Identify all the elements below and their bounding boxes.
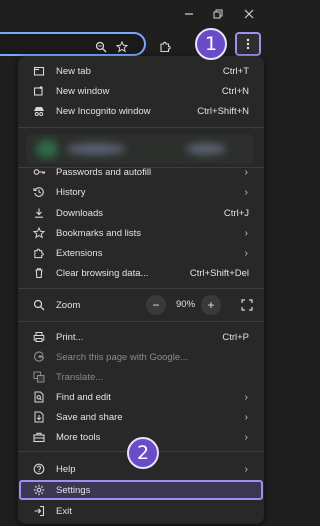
menu-item-passwords-autofill[interactable]: Passwords and autofill ›	[18, 162, 264, 182]
menu-item-downloads[interactable]: Downloads Ctrl+J	[18, 203, 264, 223]
menu-item-label: Find and edit	[56, 391, 111, 403]
profile-row-blurred[interactable]	[26, 134, 254, 164]
menu-item-label: Bookmarks and lists	[56, 227, 142, 239]
menu-item-label: Translate...	[56, 371, 104, 383]
menu-item-settings[interactable]: Settings	[18, 480, 264, 500]
zoom-in-button[interactable]: +	[201, 295, 221, 315]
menu-item-new-incognito-window[interactable]: New Incognito window Ctrl+Shift+N	[18, 101, 264, 121]
menu-item-new-tab[interactable]: New tab Ctrl+T	[18, 61, 264, 81]
menu-item-bookmarks-lists[interactable]: Bookmarks and lists ›	[18, 223, 264, 243]
menu-item-label: Downloads	[56, 207, 103, 219]
find-icon	[32, 390, 46, 404]
minimize-icon[interactable]	[181, 6, 197, 22]
menu-item-print[interactable]: Print... Ctrl+P	[18, 327, 264, 347]
step-badge-2: 2	[127, 437, 159, 469]
chevron-right-icon: ›	[244, 411, 248, 423]
chevron-right-icon: ›	[244, 186, 248, 198]
chevron-right-icon: ›	[244, 431, 248, 443]
menu-item-save-share[interactable]: Save and share ›	[18, 407, 264, 427]
incognito-icon	[32, 104, 46, 118]
kebab-icon	[246, 38, 250, 50]
menu-item-label: Search this page with Google...	[56, 351, 189, 363]
menu-item-label: New tab	[56, 65, 91, 77]
menu-divider	[18, 321, 264, 322]
menu-item-label: New Incognito window	[56, 105, 151, 117]
google-icon	[32, 350, 46, 364]
menu-item-shortcut: Ctrl+N	[221, 85, 249, 97]
fullscreen-button[interactable]	[237, 295, 257, 315]
menu-item-label: Extensions	[56, 247, 103, 259]
menu-divider	[18, 127, 264, 128]
menu-item-translate: Translate...	[18, 367, 264, 387]
menu-item-label: New window	[56, 85, 110, 97]
save-icon	[32, 410, 46, 424]
translate-icon	[32, 370, 46, 384]
blurred-name	[66, 143, 126, 155]
menu-item-label: Settings	[56, 484, 91, 496]
gear-icon	[32, 483, 46, 497]
chevron-right-icon: ›	[244, 391, 248, 403]
menu-item-label: Zoom	[56, 299, 81, 311]
menu-item-label: Save and share	[56, 411, 123, 423]
menu-item-label: History	[56, 186, 86, 198]
menu-item-label: Clear browsing data...	[56, 267, 149, 279]
star-icon	[32, 226, 46, 240]
menu-item-label: Help	[56, 463, 76, 475]
menu-item-new-window[interactable]: New window Ctrl+N	[18, 81, 264, 101]
toolbox-icon	[32, 430, 46, 444]
address-bar[interactable]	[0, 32, 146, 56]
menu-divider	[18, 288, 264, 289]
zoom-level: 90%	[176, 299, 196, 310]
chevron-right-icon: ›	[244, 463, 248, 475]
menu-item-shortcut: Ctrl+T	[222, 65, 249, 77]
restore-icon[interactable]	[210, 6, 226, 22]
menu-item-shortcut: Ctrl+J	[223, 207, 249, 219]
bookmark-star-icon[interactable]	[115, 40, 129, 54]
zoom-icon[interactable]	[94, 40, 108, 54]
print-icon	[32, 330, 46, 344]
menu-item-label: More tools	[56, 431, 101, 443]
download-icon	[32, 206, 46, 220]
menu-item-shortcut: Ctrl+Shift+Del	[189, 267, 249, 279]
new-window-icon	[32, 84, 46, 98]
history-icon	[32, 185, 46, 199]
chevron-right-icon: ›	[244, 247, 248, 259]
menu-item-label: Passwords and autofill	[56, 166, 152, 178]
title-bar	[0, 0, 265, 30]
puzzle-icon	[32, 246, 46, 260]
step-badge-1: 1	[195, 28, 227, 60]
key-icon	[32, 165, 46, 179]
menu-item-exit[interactable]: Exit	[18, 501, 264, 521]
fullscreen-icon	[241, 299, 253, 311]
kebab-menu-button[interactable]	[235, 32, 261, 56]
menu-item-shortcut: Ctrl+Shift+N	[197, 105, 249, 117]
magnifier-icon	[32, 298, 46, 312]
menu-item-label: Exit	[56, 505, 72, 517]
help-icon	[32, 462, 46, 476]
menu-item-history[interactable]: History ›	[18, 182, 264, 202]
menu-item-zoom: Zoom	[18, 295, 264, 315]
menu-item-shortcut: Ctrl+P	[222, 331, 249, 343]
close-icon[interactable]	[241, 6, 257, 22]
puzzle-icon[interactable]	[157, 38, 173, 54]
trash-icon	[32, 266, 46, 280]
chevron-right-icon: ›	[244, 227, 248, 239]
chevron-right-icon: ›	[244, 166, 248, 178]
blurred-status	[186, 143, 226, 155]
menu-item-search-with-google: Search this page with Google...	[18, 347, 264, 367]
exit-icon	[32, 504, 46, 518]
blurred-avatar	[36, 140, 58, 158]
zoom-out-button[interactable]: −	[146, 295, 166, 315]
menu-item-clear-browsing-data[interactable]: Clear browsing data... Ctrl+Shift+Del	[18, 263, 264, 283]
new-tab-icon	[32, 64, 46, 78]
menu-item-label: Print...	[56, 331, 84, 343]
menu-item-extensions[interactable]: Extensions ›	[18, 243, 264, 263]
menu-item-find-edit[interactable]: Find and edit ›	[18, 387, 264, 407]
